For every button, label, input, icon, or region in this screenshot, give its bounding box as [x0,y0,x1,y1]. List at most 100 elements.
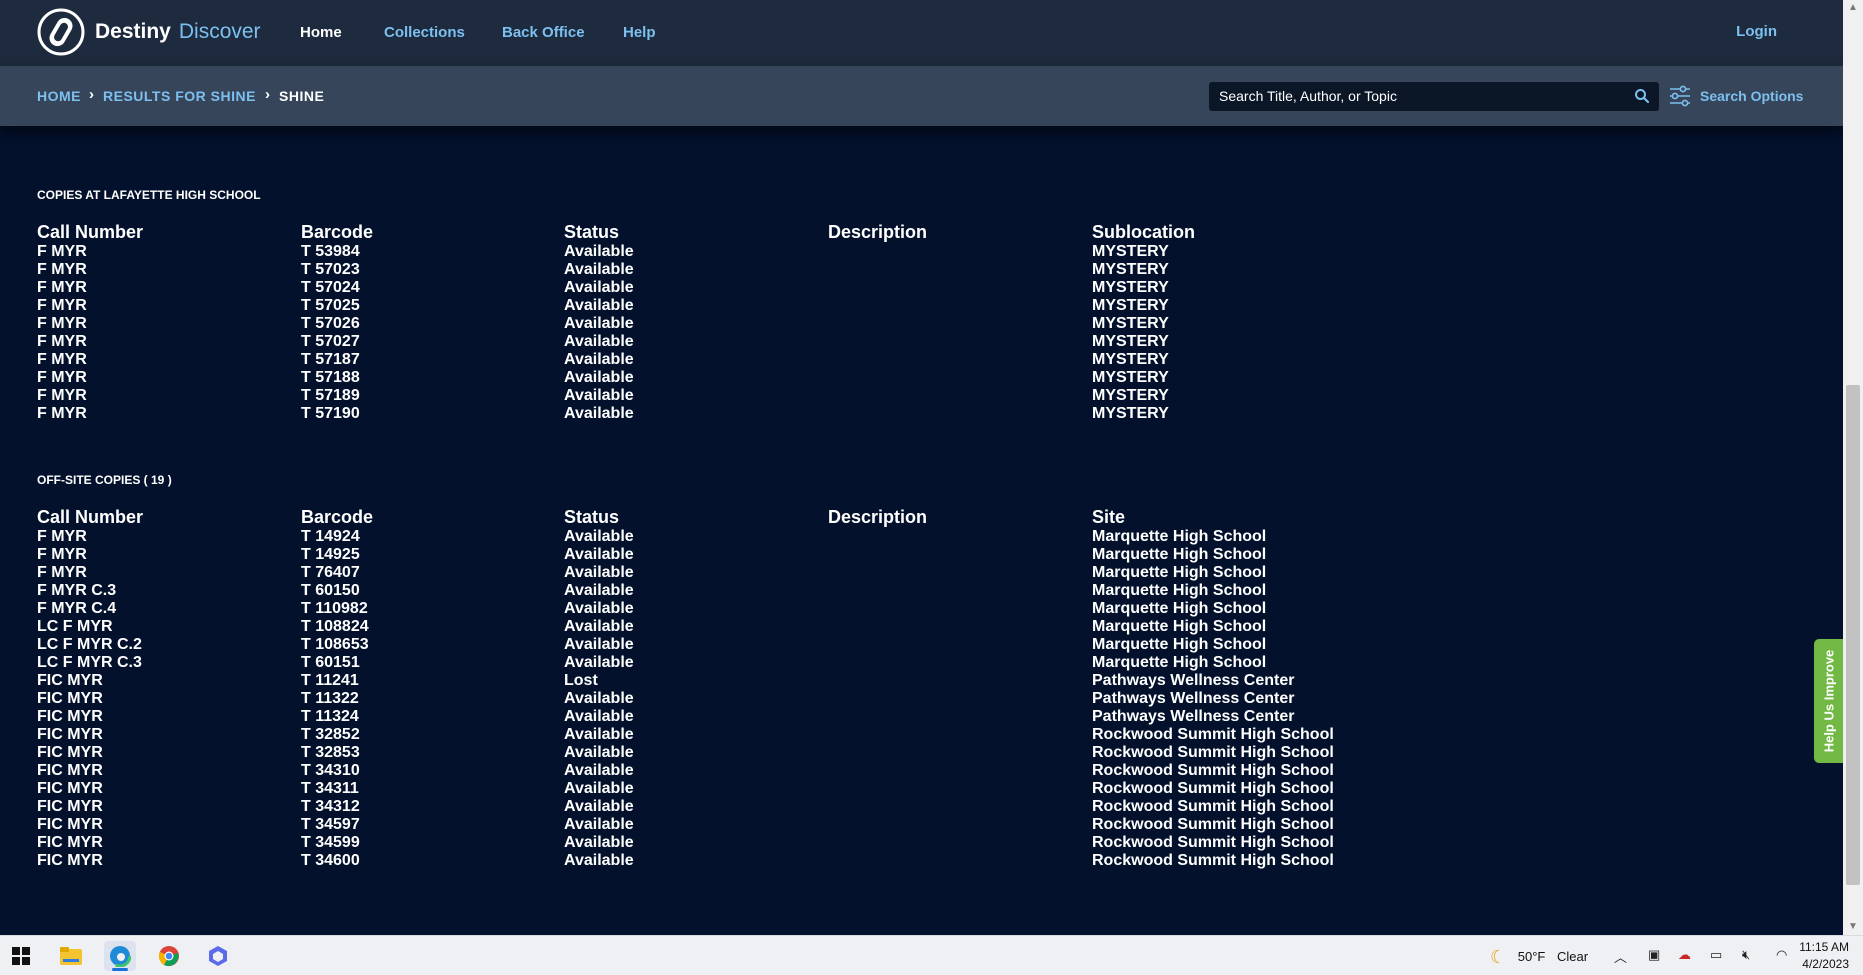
local-copies-title: COPIES AT LAFAYETTE HIGH SCHOOL [37,188,261,202]
table-cell: Available [564,405,634,422]
table-cell: Rockwood Summit High School [1092,816,1334,833]
destiny-logo-icon[interactable] [36,7,86,57]
table-cell: Available [564,618,634,635]
help-us-improve-tab[interactable]: Help Us Improve [1814,639,1843,763]
table-cell: FIC MYR [37,726,103,743]
table-cell: T 34600 [301,852,360,869]
table-cell: F MYR [37,546,87,563]
login-link[interactable]: Login [1736,23,1777,40]
scroll-up-icon[interactable]: ▲ [1848,2,1858,13]
table-cell: F MYR [37,315,87,332]
volume-muted-icon[interactable]: 🔇︎ [1742,947,1750,963]
breadcrumb-results[interactable]: RESULTS FOR SHINE [103,88,256,104]
moon-icon: ☾ [1490,947,1507,967]
table-cell: F MYR [37,261,87,278]
table-cell: Pathways Wellness Center [1092,690,1295,707]
taskbar: ☾ 50°F Clear ︿ ▣ ☁ ▭ 🔇︎ ◠ 11:15 AM 4/2/2… [0,935,1863,975]
table-cell: Rockwood Summit High School [1092,762,1334,779]
breadcrumb-home[interactable]: HOME [37,88,81,104]
table-cell: Available [564,546,634,563]
brand-title[interactable]: Destiny Discover [95,20,261,44]
scrollbar-thumb[interactable] [1846,385,1860,885]
table-cell: T 57024 [301,279,360,296]
table-cell: F MYR [37,387,87,404]
table-cell: MYSTERY [1092,351,1169,368]
search-options-link[interactable]: Search Options [1700,88,1803,104]
table-cell: T 34311 [301,780,359,797]
chevron-right-icon: › [89,86,94,103]
sliders-icon[interactable] [1666,82,1694,110]
chevron-up-icon[interactable]: ︿ [1614,947,1627,966]
table-cell: Available [564,582,634,599]
table-cell: MYSTERY [1092,333,1169,350]
table-cell: T 57189 [301,387,360,404]
table-cell: Available [564,726,634,743]
table-cell: Available [564,297,634,314]
onedrive-error-icon[interactable]: ☁ [1678,947,1691,963]
table-cell: F MYR [37,405,87,422]
table-cell: FIC MYR [37,708,103,725]
table-cell: T 108824 [301,618,369,635]
column-header: Description [828,222,928,242]
table-cell: F MYR [37,528,87,545]
table-cell: FIC MYR [37,798,103,815]
edge-icon[interactable] [104,941,136,971]
table-cell: LC F MYR C.2 [37,636,142,653]
table-cell: F MYR C.4 [37,600,117,617]
table-cell: Marquette High School [1092,636,1267,653]
chevron-right-icon: › [265,86,270,103]
wifi-icon[interactable]: ◠ [1776,947,1787,963]
table-cell: T 11324 [301,708,359,725]
breadcrumb-current: SHINE [279,88,325,104]
table-cell: FIC MYR [37,852,103,869]
chrome-icon[interactable] [153,941,185,971]
table-cell: MYSTERY [1092,279,1169,296]
battery-icon[interactable]: ▭ [1710,947,1722,963]
table-cell: Available [564,690,634,707]
scroll-down-icon[interactable]: ▼ [1848,921,1858,932]
table-cell: F MYR C.3 [37,582,117,599]
table-cell: Available [564,387,634,404]
nav-help[interactable]: Help [623,24,656,41]
table-cell: Marquette High School [1092,528,1267,545]
table-cell: T 76407 [301,564,360,581]
clock[interactable]: 11:15 AM 4/2/2023 [1799,939,1849,973]
meet-icon[interactable]: ▣ [1648,947,1660,963]
weather-widget[interactable]: ☾ 50°F Clear [1490,947,1588,968]
table-cell: Available [564,762,634,779]
table-cell: F MYR [37,351,87,368]
table-cell: MYSTERY [1092,387,1169,404]
table-cell: Available [564,798,634,815]
table-cell: T 57027 [301,333,360,350]
table-cell: T 57026 [301,315,360,332]
nav-collections[interactable]: Collections [384,24,465,41]
search-input[interactable]: Search Title, Author, or Topic [1209,82,1659,111]
table-cell: Available [564,708,634,725]
windows-start-icon[interactable] [5,941,37,971]
copilot-icon[interactable] [202,941,234,971]
column-header: Sublocation [1092,222,1195,242]
nav-home[interactable]: Home [300,24,342,41]
scrollbar[interactable]: ▲ ▼ [1843,0,1863,935]
table-cell: Available [564,834,634,851]
table-cell: F MYR [37,564,87,581]
table-cell: Marquette High School [1092,654,1267,671]
file-explorer-icon[interactable] [55,941,87,971]
column-header: Call Number [37,222,144,242]
table-cell: MYSTERY [1092,369,1169,386]
table-cell: T 57188 [301,369,360,386]
sub-bar: HOME › RESULTS FOR SHINE › SHINE Search … [0,66,1843,126]
search-placeholder: Search Title, Author, or Topic [1219,88,1397,104]
table-cell: FIC MYR [37,690,103,707]
table-cell: T 57023 [301,261,360,278]
table-cell: Available [564,744,634,761]
search-icon[interactable] [1633,87,1651,105]
table-cell: LC F MYR C.3 [37,654,142,671]
table-cell: T 57025 [301,297,360,314]
table-cell: Available [564,351,634,368]
table-cell: T 11241 [301,672,359,689]
table-cell: Available [564,654,634,671]
table-cell: T 110982 [301,600,368,617]
nav-back-office[interactable]: Back Office [502,24,585,41]
table-cell: Rockwood Summit High School [1092,798,1334,815]
